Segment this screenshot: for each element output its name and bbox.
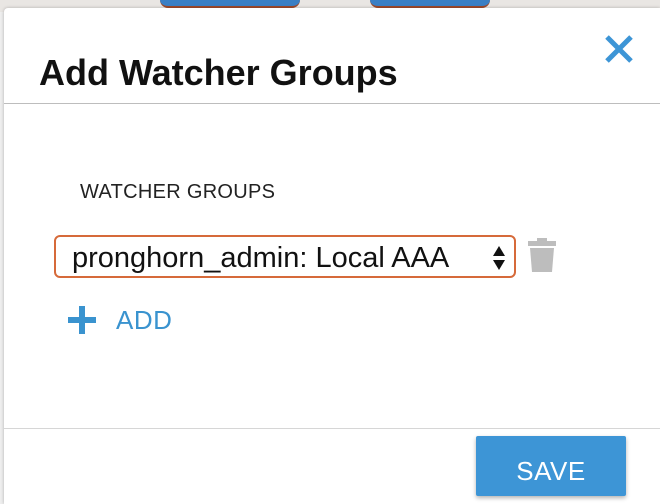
plus-icon — [68, 306, 96, 334]
trash-icon — [528, 238, 556, 272]
save-button[interactable]: SAVE — [476, 436, 626, 496]
dialog-title: Add Watcher Groups — [39, 52, 398, 93]
delete-group-button[interactable] — [528, 238, 556, 272]
watcher-groups-label: WATCHER GROUPS — [80, 181, 276, 203]
watcher-group-select[interactable]: pronghorn_admin: Local AAA — [54, 235, 516, 278]
dialog-header: Add Watcher Groups — [4, 8, 660, 104]
backdrop-decoration — [370, 0, 490, 8]
close-icon — [605, 35, 633, 63]
close-button[interactable] — [602, 32, 636, 66]
select-arrows-icon — [493, 246, 505, 270]
add-label: ADD — [116, 304, 173, 335]
backdrop-decoration — [160, 0, 300, 8]
add-group-button[interactable]: ADD — [68, 304, 172, 336]
watcher-group-selected-value: pronghorn_admin: Local AAA — [72, 242, 450, 274]
add-watcher-groups-dialog: Add Watcher Groups WATCHER GROUPS prongh… — [4, 8, 660, 504]
